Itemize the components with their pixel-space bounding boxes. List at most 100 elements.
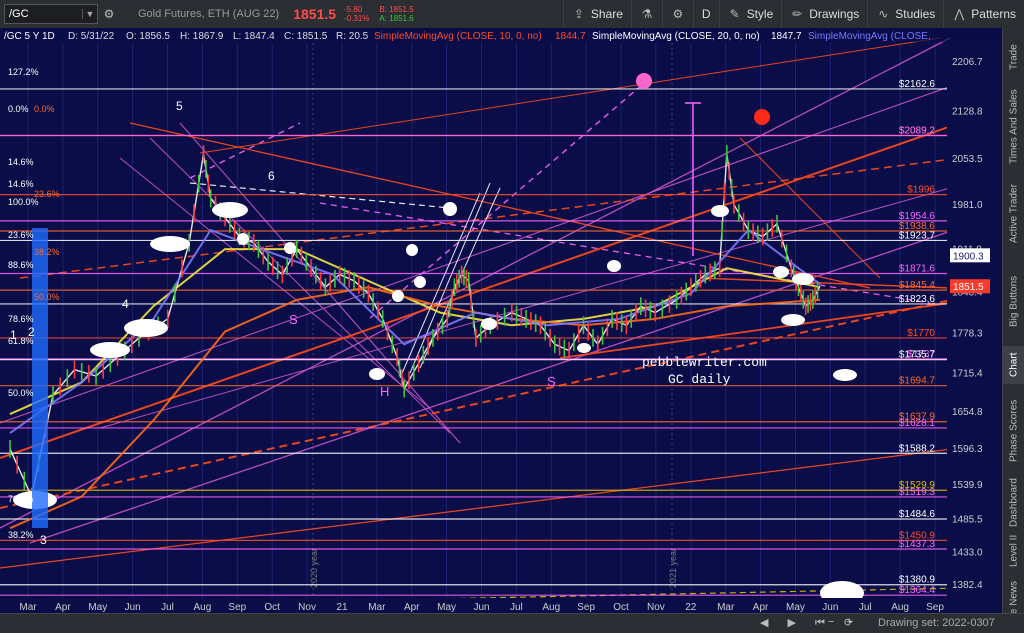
pattern-ellipse	[781, 314, 805, 326]
pattern-label: S	[289, 312, 298, 327]
bid-value: B: 1851.5	[379, 5, 414, 14]
x-tick-label: 22	[685, 602, 697, 613]
fib-label: 70.7%	[8, 494, 34, 504]
level-label: $1694.7	[899, 376, 936, 387]
pattern-ellipse	[212, 202, 248, 218]
side-tab-level-ii[interactable]: Level II	[1003, 530, 1024, 572]
price-chart[interactable]: 2020 year 2021 year $2162.6$2089.2$2089.2…	[0, 28, 1002, 613]
x-tick-label: Jul	[859, 602, 872, 613]
fib-label: 50.0%	[8, 388, 34, 398]
share-button[interactable]: ⇪ Share	[562, 0, 631, 28]
pattern-ellipse	[90, 342, 130, 358]
legend-sma10-value: 1844.7	[555, 31, 586, 42]
x-tick-label: Nov	[647, 602, 665, 613]
level-label: $1823.6	[899, 294, 936, 305]
y-tick-label: 1539.9	[952, 480, 983, 491]
pattern-ellipse	[284, 242, 296, 254]
level-label: $1871.6	[899, 263, 936, 274]
side-tab-dashboard[interactable]: Dashboard	[1003, 478, 1024, 528]
pattern-ellipse	[607, 260, 621, 272]
legend-open: O: 1856.5	[126, 31, 170, 42]
x-tick-label: Apr	[55, 602, 71, 613]
legend-symbol: /GC 5 Y 1D	[4, 31, 55, 42]
y-tick-label: 1485.5	[952, 514, 983, 525]
last-price: 1851.5	[293, 6, 337, 22]
x-tick-label: Jun	[125, 602, 141, 613]
watermark-line1: pebblewriter.com	[642, 355, 767, 370]
settings-button[interactable]: ⚙	[661, 0, 693, 28]
flask-button[interactable]: ⚗	[630, 0, 662, 28]
legend-high: H: 1867.9	[180, 31, 224, 42]
chart-legend: /GC 5 Y 1D D: 5/31/22 O: 1856.5 H: 1867.…	[0, 28, 1002, 42]
y-tick-label: 2206.7	[952, 57, 983, 68]
x-tick-label: May	[88, 602, 107, 613]
x-tick-label: May	[437, 602, 456, 613]
instrument-description: Gold Futures, ETH (AUG 22)	[138, 8, 280, 20]
legend-sma10: SimpleMovingAvg (CLOSE, 10, 0, no)	[374, 31, 542, 42]
side-tab-chart[interactable]: Chart	[1003, 346, 1024, 384]
change-value: -5.80	[344, 5, 363, 14]
pattern-ellipse	[124, 319, 168, 337]
level-label: $1628.1	[899, 418, 936, 429]
side-tab-times-and-sales[interactable]: Times And Sales	[1003, 84, 1024, 170]
wave-label: 4	[122, 297, 129, 311]
drawings-icon: ✏	[792, 7, 803, 21]
side-tab-big-buttons[interactable]: Big Buttons	[1003, 258, 1024, 344]
level-label: $1770	[907, 328, 935, 339]
studies-label: Studies	[895, 7, 936, 21]
level-label: $1845.4	[899, 280, 936, 291]
side-tab-trade[interactable]: Trade	[1003, 32, 1024, 82]
style-button[interactable]: ✎ Style	[718, 0, 782, 28]
fib-label: 88.6%	[8, 260, 34, 270]
studies-button[interactable]: ∿ Studies	[867, 0, 943, 28]
level-label: $1364.4	[899, 585, 936, 596]
price-axis[interactable]: 2206.72128.82053.51981.01911.01843.41778…	[947, 43, 1002, 598]
gear-icon: ⚙	[672, 7, 684, 21]
level-label: $1380.9	[899, 575, 936, 586]
fib-label: 50.0%	[34, 292, 60, 302]
chart-settings-icon[interactable]: ⚙	[102, 7, 116, 21]
side-panel-tabs: Trade Times And Sales Active Trader Big But…	[1002, 28, 1024, 627]
legend-date: D: 5/31/22	[68, 31, 115, 42]
legend-low: L: 1847.4	[233, 31, 275, 42]
fib-label: 0.0%	[34, 104, 55, 114]
fib-label: 38.2%	[8, 530, 34, 540]
level-label: $1996	[907, 185, 935, 196]
style-icon: ✎	[729, 7, 740, 21]
pattern-ellipse	[150, 236, 190, 252]
wave-label: 5	[176, 99, 183, 113]
target-marker-pink	[636, 73, 652, 89]
drawings-button[interactable]: ✏ Drawings	[781, 0, 867, 28]
time-axis-bg	[0, 598, 1002, 613]
y-tick-label: 1382.4	[952, 580, 983, 591]
studies-icon: ∿	[878, 7, 889, 21]
symbol-selector[interactable]: /GC ▼	[4, 4, 98, 24]
ask-value: A: 1851.6	[379, 14, 414, 23]
zoom-in-button[interactable]: +	[846, 616, 852, 628]
drawing-set-label[interactable]: Drawing set: 2022-0307	[878, 617, 995, 629]
side-tab-phase-scores[interactable]: Phase Scores	[1003, 386, 1024, 476]
chevron-down-icon[interactable]: ▼	[82, 9, 97, 19]
drawings-label: Drawings	[809, 7, 860, 21]
side-tab-active-trader[interactable]: Active Trader	[1003, 172, 1024, 256]
symbol-text[interactable]: /GC	[5, 8, 82, 20]
year-marker: 2020 year	[309, 548, 319, 588]
pattern-ellipse	[773, 266, 789, 278]
zoom-out-button[interactable]: −	[828, 616, 834, 628]
fib-label: 14.6%	[8, 157, 34, 167]
pattern-ellipse	[792, 273, 814, 285]
legend-close: C: 1851.5	[284, 31, 328, 42]
pattern-ellipse	[237, 233, 249, 245]
share-label: Share	[590, 7, 623, 21]
time-axis[interactable]: Mar Apr May Jun Jul Aug Sep Oct Nov 21 Mar Apr May Ju…	[0, 598, 1002, 613]
level-label: $1484.6	[899, 509, 936, 520]
x-tick-label: Sep	[926, 602, 944, 613]
fib-label: 23.6%	[8, 230, 34, 240]
patterns-label: Patterns	[971, 7, 1016, 21]
x-tick-label: Jul	[510, 602, 523, 613]
pattern-ellipse	[481, 318, 497, 330]
patterns-button[interactable]: ⋀ Patterns	[943, 0, 1024, 28]
period-button[interactable]: D	[692, 0, 719, 28]
pattern-ellipse	[392, 290, 404, 302]
x-tick-label: Mar	[717, 602, 735, 613]
